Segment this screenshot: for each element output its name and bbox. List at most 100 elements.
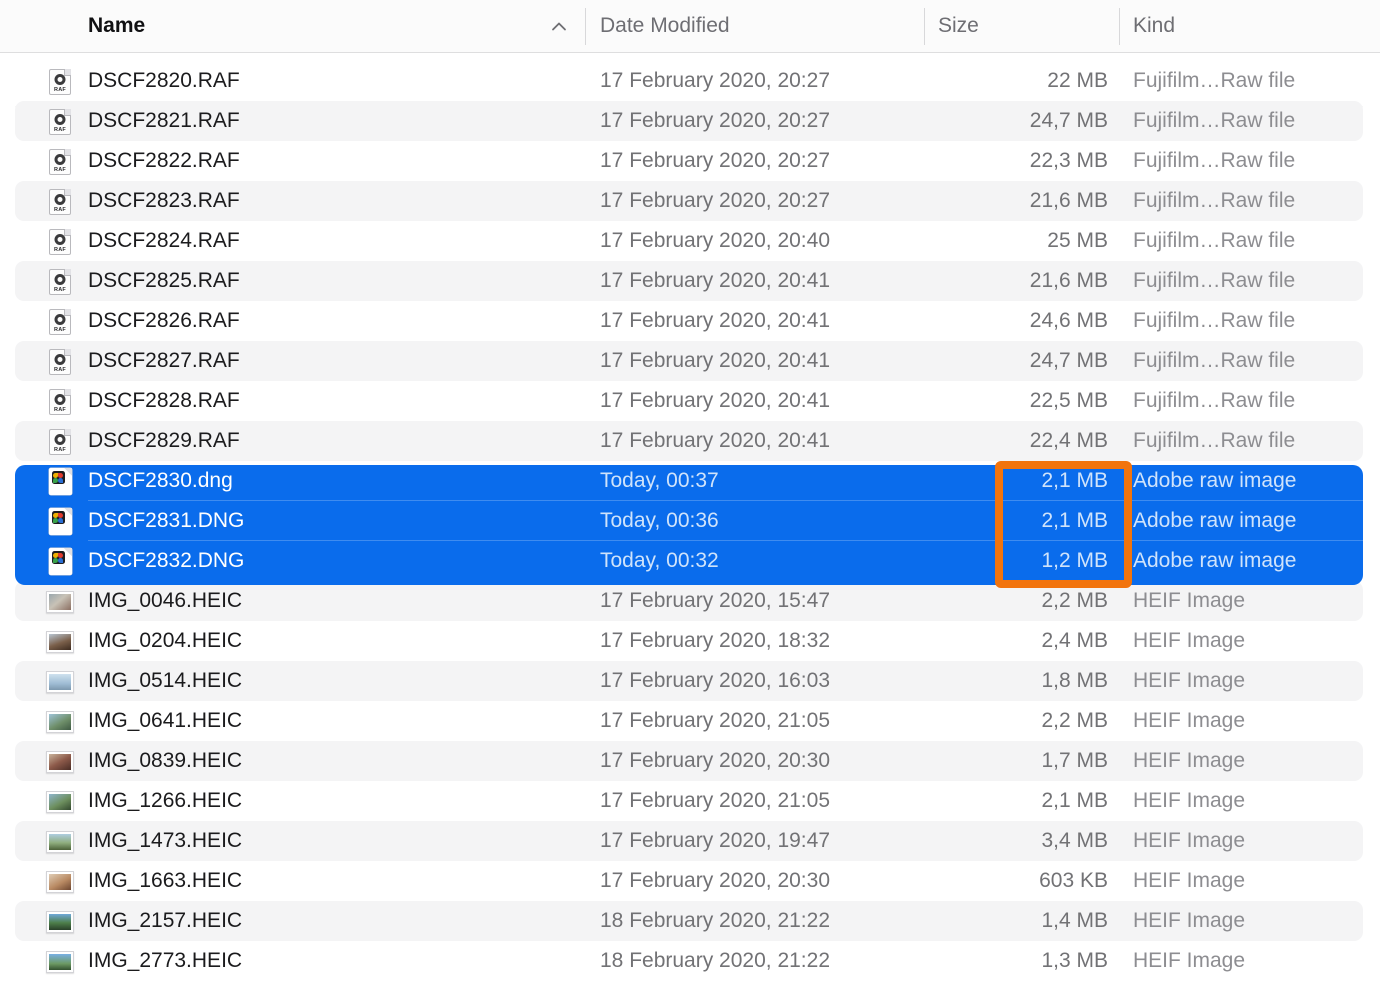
file-size-cell: 22,5 MB (1029, 389, 1108, 412)
file-name-cell: DSCF2828.RAF (88, 389, 240, 412)
column-divider-3[interactable] (1119, 8, 1120, 45)
file-date-cell: 17 February 2020, 21:05 (600, 789, 830, 812)
file-kind-cell: HEIF Image (1133, 749, 1246, 772)
table-row[interactable]: IMG_0641.HEIC 17 February 2020, 21:05 2,2 … (0, 701, 1380, 741)
file-date-cell: 18 February 2020, 21:22 (600, 909, 830, 932)
table-row[interactable]: IMG_1663.HEIC 17 February 2020, 20:30 603 … (0, 861, 1380, 901)
table-row[interactable]: DSCF2830.dng Today, 00:37 2,1 MB Adobe raw … (0, 461, 1380, 501)
file-date-cell: 17 February 2020, 19:47 (600, 829, 830, 852)
table-row[interactable]: DSCF2831.DNG Today, 00:36 2,1 MB Adobe raw … (0, 501, 1380, 541)
table-row[interactable]: RAF DSCF2821.RAF 17 February 2020, 20:27 24… (0, 101, 1380, 141)
column-divider-2[interactable] (924, 8, 925, 45)
table-row[interactable]: RAF DSCF2823.RAF 17 February 2020, 20:27 21… (0, 181, 1380, 221)
file-name-cell: DSCF2823.RAF (88, 189, 240, 212)
file-name-cell: IMG_0514.HEIC (88, 669, 243, 692)
file-name-cell: IMG_2773.HEIC (88, 949, 243, 972)
file-name-cell: DSCF2831.DNG (88, 509, 245, 532)
file-name-cell: IMG_0839.HEIC (88, 749, 243, 772)
file-kind-cell: Fujifilm…Raw file (1133, 69, 1296, 92)
file-kind-cell: HEIF Image (1133, 829, 1246, 852)
file-name-cell: DSCF2824.RAF (88, 229, 240, 252)
heic-photo-icon (46, 590, 77, 614)
table-row[interactable]: IMG_1266.HEIC 17 February 2020, 21:05 2,1 … (0, 781, 1380, 821)
file-name-cell: DSCF2820.RAF (88, 69, 240, 92)
dng-file-icon (47, 548, 77, 575)
file-date-cell: 17 February 2020, 20:41 (600, 269, 830, 292)
file-date-cell: 17 February 2020, 18:32 (600, 629, 830, 652)
table-row[interactable]: IMG_0046.HEIC 17 February 2020, 15:47 2,2 … (0, 581, 1380, 621)
column-header-size-label: Size (938, 14, 979, 37)
file-name-cell: DSCF2830.dng (88, 469, 233, 492)
file-size-cell: 24,7 MB (1029, 349, 1108, 372)
file-size-cell: 2,1 MB (1041, 789, 1108, 812)
file-size-cell: 2,2 MB (1041, 589, 1108, 612)
file-size-cell: 603 KB (1039, 869, 1108, 892)
file-kind-cell: Fujifilm…Raw file (1133, 149, 1296, 172)
file-size-cell: 1,4 MB (1041, 909, 1108, 932)
column-header-size[interactable]: Size (938, 0, 979, 52)
chevron-up-icon[interactable] (548, 16, 570, 38)
column-header-kind[interactable]: Kind (1133, 0, 1175, 52)
file-name-cell: DSCF2826.RAF (88, 309, 240, 332)
table-row[interactable]: RAF DSCF2825.RAF 17 February 2020, 20:41 21… (0, 261, 1380, 301)
file-kind-cell: HEIF Image (1133, 789, 1246, 812)
file-name-cell: IMG_2157.HEIC (88, 909, 243, 932)
file-kind-cell: HEIF Image (1133, 869, 1246, 892)
file-size-cell: 2,4 MB (1041, 629, 1108, 652)
file-kind-cell: Adobe raw image (1133, 469, 1297, 492)
file-size-cell: 22,3 MB (1029, 149, 1108, 172)
table-row[interactable]: RAF DSCF2820.RAF 17 February 2020, 20:27 22… (0, 61, 1380, 101)
file-size-cell: 1,8 MB (1041, 669, 1108, 692)
table-row[interactable]: IMG_1473.HEIC 17 February 2020, 19:47 3,4 … (0, 821, 1380, 861)
column-header-name[interactable]: Name (88, 0, 145, 52)
file-size-cell: 1,2 MB (1041, 549, 1108, 572)
file-date-cell: 17 February 2020, 20:41 (600, 349, 830, 372)
file-size-cell: 21,6 MB (1029, 269, 1108, 292)
table-row[interactable]: IMG_0204.HEIC 17 February 2020, 18:32 2,4 … (0, 621, 1380, 661)
file-date-cell: 17 February 2020, 20:30 (600, 749, 830, 772)
table-row[interactable]: RAF DSCF2829.RAF 17 February 2020, 20:41 22… (0, 421, 1380, 461)
column-header-date-modified[interactable]: Date Modified (600, 0, 730, 52)
table-row[interactable]: IMG_0839.HEIC 17 February 2020, 20:30 1,7 … (0, 741, 1380, 781)
table-row[interactable]: IMG_0514.HEIC 17 February 2020, 16:03 1,8 … (0, 661, 1380, 701)
file-name-cell: DSCF2825.RAF (88, 269, 240, 292)
file-name-cell: IMG_1473.HEIC (88, 829, 243, 852)
column-header-kind-label: Kind (1133, 14, 1176, 37)
file-date-cell: 17 February 2020, 20:40 (600, 229, 830, 252)
heic-photo-icon (46, 670, 77, 694)
table-row[interactable]: RAF DSCF2824.RAF 17 February 2020, 20:40 25… (0, 221, 1380, 261)
column-header-name-label: Name (88, 14, 146, 37)
file-kind-cell: HEIF Image (1133, 909, 1246, 932)
file-size-cell: 22 MB (1047, 69, 1108, 92)
table-row[interactable]: IMG_2157.HEIC 18 February 2020, 21:22 1,4 … (0, 901, 1380, 941)
file-date-cell: 18 February 2020, 21:22 (600, 949, 830, 972)
file-kind-cell: Fujifilm…Raw file (1133, 229, 1296, 252)
column-divider-1[interactable] (585, 8, 586, 45)
heic-photo-icon (46, 950, 77, 974)
file-name-cell: IMG_0046.HEIC (88, 589, 243, 612)
raf-file-icon: RAF (47, 309, 77, 335)
table-row[interactable]: DSCF2832.DNG Today, 00:32 1,2 MB Adobe raw … (0, 541, 1380, 581)
file-name-cell: DSCF2832.DNG (88, 549, 245, 572)
file-kind-cell: Fujifilm…Raw file (1133, 269, 1296, 292)
file-kind-cell: HEIF Image (1133, 629, 1246, 652)
table-row[interactable]: RAF DSCF2826.RAF 17 February 2020, 20:41 24… (0, 301, 1380, 341)
raf-file-icon: RAF (47, 229, 77, 255)
raf-file-icon: RAF (47, 189, 77, 215)
table-row[interactable]: RAF DSCF2828.RAF 17 February 2020, 20:41 22… (0, 381, 1380, 421)
table-row[interactable]: RAF DSCF2822.RAF 17 February 2020, 20:27 22… (0, 141, 1380, 181)
table-row[interactable]: RAF DSCF2827.RAF 17 February 2020, 20:41 24… (0, 341, 1380, 381)
file-name-cell: DSCF2827.RAF (88, 349, 240, 372)
file-kind-cell: HEIF Image (1133, 949, 1246, 972)
file-kind-cell: Fujifilm…Raw file (1133, 109, 1296, 132)
heic-photo-icon (46, 870, 77, 894)
file-kind-cell: HEIF Image (1133, 589, 1246, 612)
column-header-bar: Name Date Modified Size Kind (0, 0, 1380, 53)
raf-file-icon: RAF (47, 109, 77, 135)
file-size-cell: 2,1 MB (1041, 509, 1108, 532)
file-date-cell: 17 February 2020, 20:41 (600, 389, 830, 412)
file-date-cell: 17 February 2020, 20:27 (600, 69, 830, 92)
table-row[interactable]: IMG_2773.HEIC 18 February 2020, 21:22 1,3 … (0, 941, 1380, 981)
file-list[interactable]: RAF DSCF2820.RAF 17 February 2020, 20:27 22… (0, 53, 1380, 986)
file-kind-cell: Adobe raw image (1133, 509, 1297, 532)
